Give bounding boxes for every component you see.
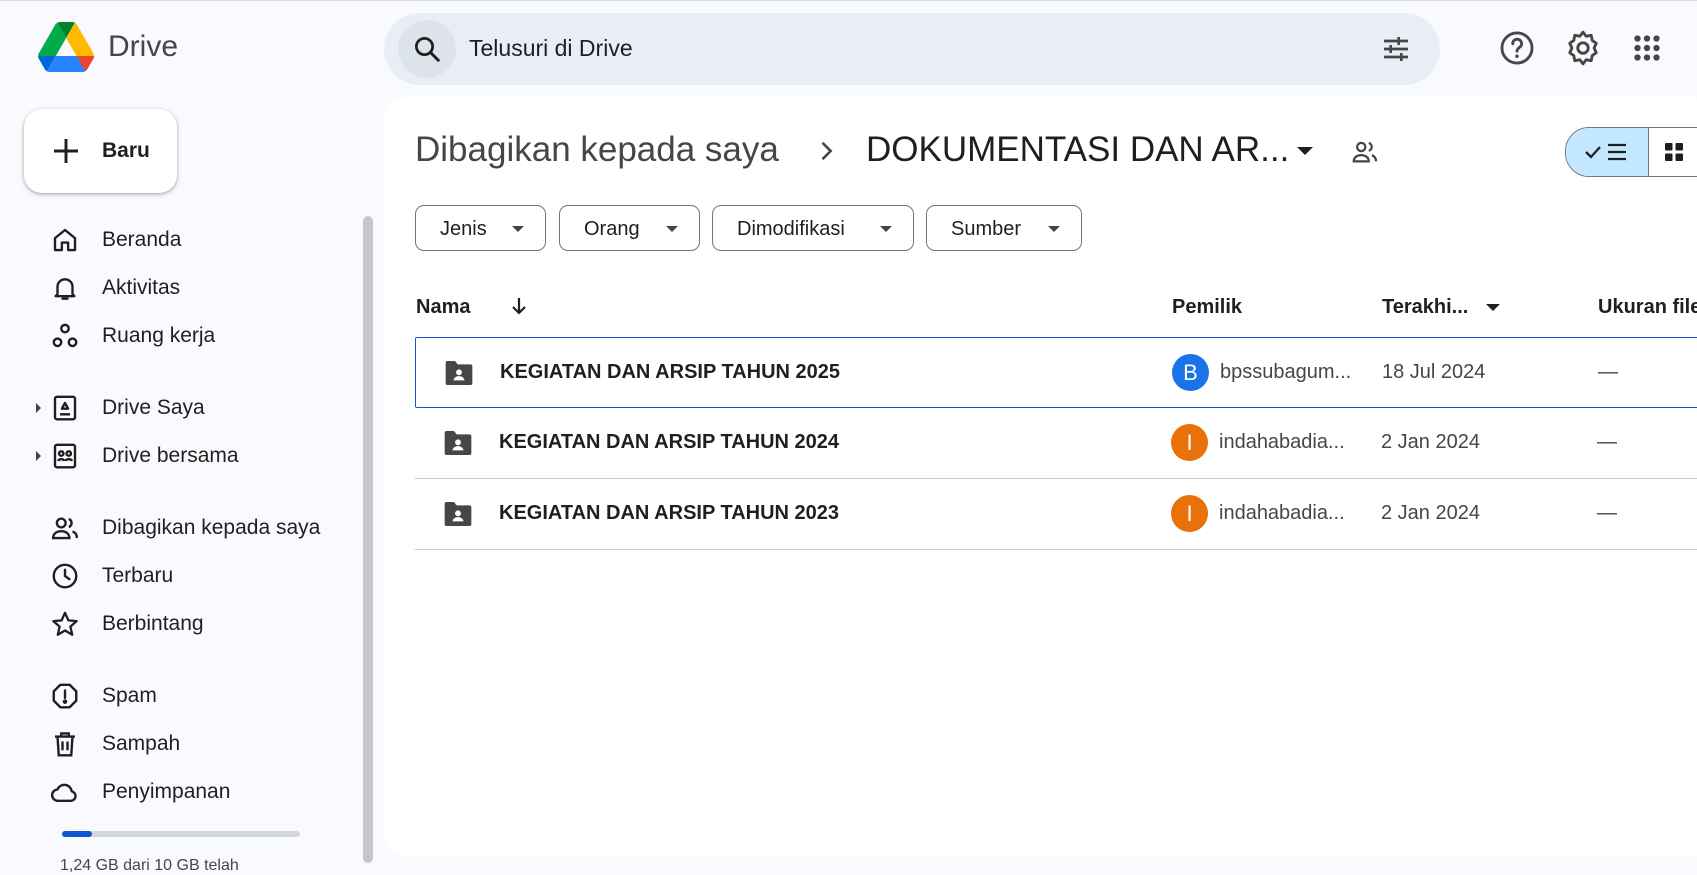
- spam-icon: [50, 681, 80, 711]
- apps-grid-icon[interactable]: [1628, 29, 1666, 67]
- sidebar-item-drive-saya[interactable]: Drive Saya: [36, 385, 360, 431]
- sidebar-item-label: Berbintang: [102, 612, 204, 635]
- new-button[interactable]: [24, 109, 177, 193]
- shared-folder-icon: [442, 499, 474, 529]
- sidebar-item-spam[interactable]: Spam: [40, 673, 360, 719]
- expand-caret-icon[interactable]: [36, 451, 41, 461]
- file-size: —: [1597, 431, 1617, 453]
- shared-folder-icon: [443, 358, 475, 388]
- owner-avatar[interactable]: B: [1172, 354, 1209, 391]
- sidebar-item-beranda[interactable]: Beranda: [40, 217, 360, 263]
- sidebar-item-terbaru[interactable]: Terbaru: [40, 553, 360, 599]
- storage-progress-bar: [62, 831, 300, 837]
- filter-chip-dimodifikasi[interactable]: Dimodifikasi: [712, 205, 914, 251]
- shared-folder-people-icon[interactable]: [1350, 137, 1380, 167]
- sidebar-item-ruang-kerja[interactable]: Ruang kerja: [40, 313, 360, 359]
- column-header-modified[interactable]: Terakhi...: [1382, 296, 1468, 319]
- shared-drives-icon: [50, 441, 80, 471]
- app-brand-name[interactable]: Drive: [108, 30, 178, 64]
- sidebar-item-label: Drive Saya: [102, 396, 205, 419]
- filter-chip-orang[interactable]: Orang: [559, 205, 700, 251]
- sidebar-item-label: Drive bersama: [102, 444, 239, 467]
- sidebar-item-label: Beranda: [102, 228, 182, 251]
- sidebar-item-penyimpanan[interactable]: Penyimpanan: [40, 769, 360, 815]
- sidebar-item-berbintang[interactable]: Berbintang: [40, 601, 360, 647]
- owner-name: indahabadia...: [1219, 502, 1345, 524]
- column-header-owner[interactable]: Pemilik: [1172, 296, 1242, 319]
- sidebar-item-label: Terbaru: [102, 564, 174, 587]
- trash-icon: [50, 729, 80, 759]
- cloud-icon: [50, 777, 80, 807]
- chevron-down-icon: [512, 226, 524, 232]
- bell-icon: [50, 273, 80, 303]
- settings-icon[interactable]: [1564, 29, 1602, 67]
- storage-progress-fill: [62, 831, 92, 837]
- sidebar-item-label: Aktivitas: [102, 276, 181, 299]
- modified-date: 2 Jan 2024: [1381, 431, 1480, 453]
- chevron-down-icon: [880, 226, 892, 232]
- filter-chip-jenis[interactable]: Jenis: [415, 205, 546, 251]
- sidebar-scrollbar[interactable]: [363, 216, 373, 863]
- expand-caret-icon[interactable]: [36, 403, 41, 413]
- column-header-size[interactable]: Ukuran file: [1598, 296, 1697, 319]
- chevron-right-icon: [812, 137, 840, 165]
- my-drive-icon: [50, 393, 80, 423]
- owner-avatar[interactable]: I: [1171, 495, 1208, 532]
- folder-menu-dropdown-icon[interactable]: [1297, 147, 1313, 155]
- owner-avatar[interactable]: I: [1171, 424, 1208, 461]
- drive-logo-icon[interactable]: [38, 22, 94, 72]
- plus-icon: [50, 135, 82, 167]
- sidebar-item-label: Spam: [102, 684, 157, 707]
- help-icon[interactable]: [1498, 29, 1536, 67]
- sort-arrow-down-icon[interactable]: [507, 294, 531, 318]
- file-size: —: [1597, 502, 1617, 524]
- sidebar-item-dibagikan-kepada-saya[interactable]: Dibagikan kepada saya: [40, 505, 360, 551]
- list-view-button[interactable]: [1566, 128, 1649, 176]
- modified-date: 2 Jan 2024: [1381, 502, 1480, 524]
- shared-folder-icon: [442, 428, 474, 458]
- sidebar-item-drive-bersama[interactable]: Drive bersama: [36, 433, 360, 479]
- table-row[interactable]: KEGIATAN DAN ARSIP TAHUN 2023 I indahaba…: [415, 479, 1697, 550]
- sidebar-item-label: Dibagikan kepada saya: [102, 516, 321, 539]
- file-name[interactable]: KEGIATAN DAN ARSIP TAHUN 2023: [499, 502, 839, 525]
- sidebar-item-label: Ruang kerja: [102, 324, 216, 347]
- file-size: —: [1598, 361, 1618, 383]
- chevron-down-icon: [666, 226, 678, 232]
- people-icon: [50, 513, 80, 543]
- search-options-icon[interactable]: [1380, 33, 1412, 65]
- breadcrumb-root[interactable]: Dibagikan kepada saya: [415, 130, 779, 170]
- clock-icon: [50, 561, 80, 591]
- column-header-name[interactable]: Nama: [416, 296, 470, 319]
- table-row[interactable]: KEGIATAN DAN ARSIP TAHUN 2025 B bpssubag…: [415, 337, 1697, 408]
- search-icon[interactable]: [398, 20, 456, 78]
- breadcrumb-current[interactable]: DOKUMENTASI DAN AR...: [866, 130, 1289, 170]
- file-name[interactable]: KEGIATAN DAN ARSIP TAHUN 2024: [499, 431, 839, 454]
- sidebar-item-label: Sampah: [102, 732, 181, 755]
- search-input[interactable]: Telusuri di Drive: [469, 35, 633, 62]
- view-toggle[interactable]: [1565, 127, 1697, 177]
- sidebar-item-label: Penyimpanan: [102, 780, 231, 803]
- window-top-border: [0, 0, 1697, 1]
- sidebar-item-aktivitas[interactable]: Aktivitas: [40, 265, 360, 311]
- file-name[interactable]: KEGIATAN DAN ARSIP TAHUN 2025: [500, 361, 840, 384]
- home-icon: [50, 225, 80, 255]
- filter-chip-sumber[interactable]: Sumber: [926, 205, 1082, 251]
- owner-name: bpssubagum...: [1220, 361, 1352, 383]
- modified-date: 18 Jul 2024: [1382, 361, 1486, 383]
- grid-view-icon[interactable]: [1662, 140, 1686, 164]
- workspaces-icon: [50, 321, 80, 351]
- sidebar-item-sampah[interactable]: Sampah: [40, 721, 360, 767]
- chevron-down-icon[interactable]: [1486, 304, 1500, 311]
- star-icon: [50, 609, 80, 639]
- chevron-down-icon: [1048, 226, 1060, 232]
- new-button-label[interactable]: Baru: [102, 139, 150, 163]
- storage-usage-text: 1,24 GB dari 10 GB telah: [60, 857, 239, 874]
- owner-name: indahabadia...: [1219, 431, 1345, 453]
- table-row[interactable]: KEGIATAN DAN ARSIP TAHUN 2024 I indahaba…: [415, 408, 1697, 479]
